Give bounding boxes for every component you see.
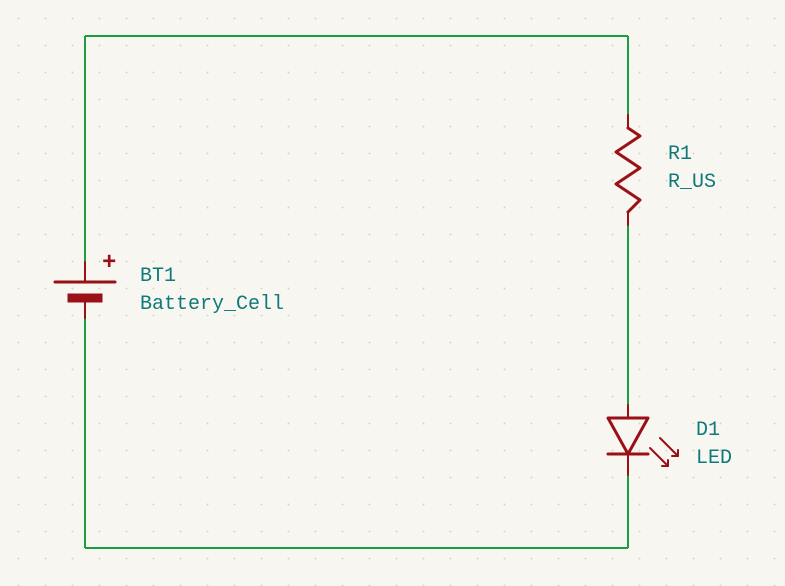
circuit-schematic [0,0,785,586]
led-value-label: LED [696,446,732,472]
resistor-symbol [616,115,640,225]
resistor-ref-label: R1 [668,142,692,168]
battery-ref-label: BT1 [140,264,176,290]
battery-value-label: Battery_Cell [140,292,284,318]
resistor-value-label: R_US [668,170,716,196]
led-ref-label: D1 [696,418,720,444]
led-symbol [608,405,678,475]
battery-plus-sign: + [102,250,116,277]
